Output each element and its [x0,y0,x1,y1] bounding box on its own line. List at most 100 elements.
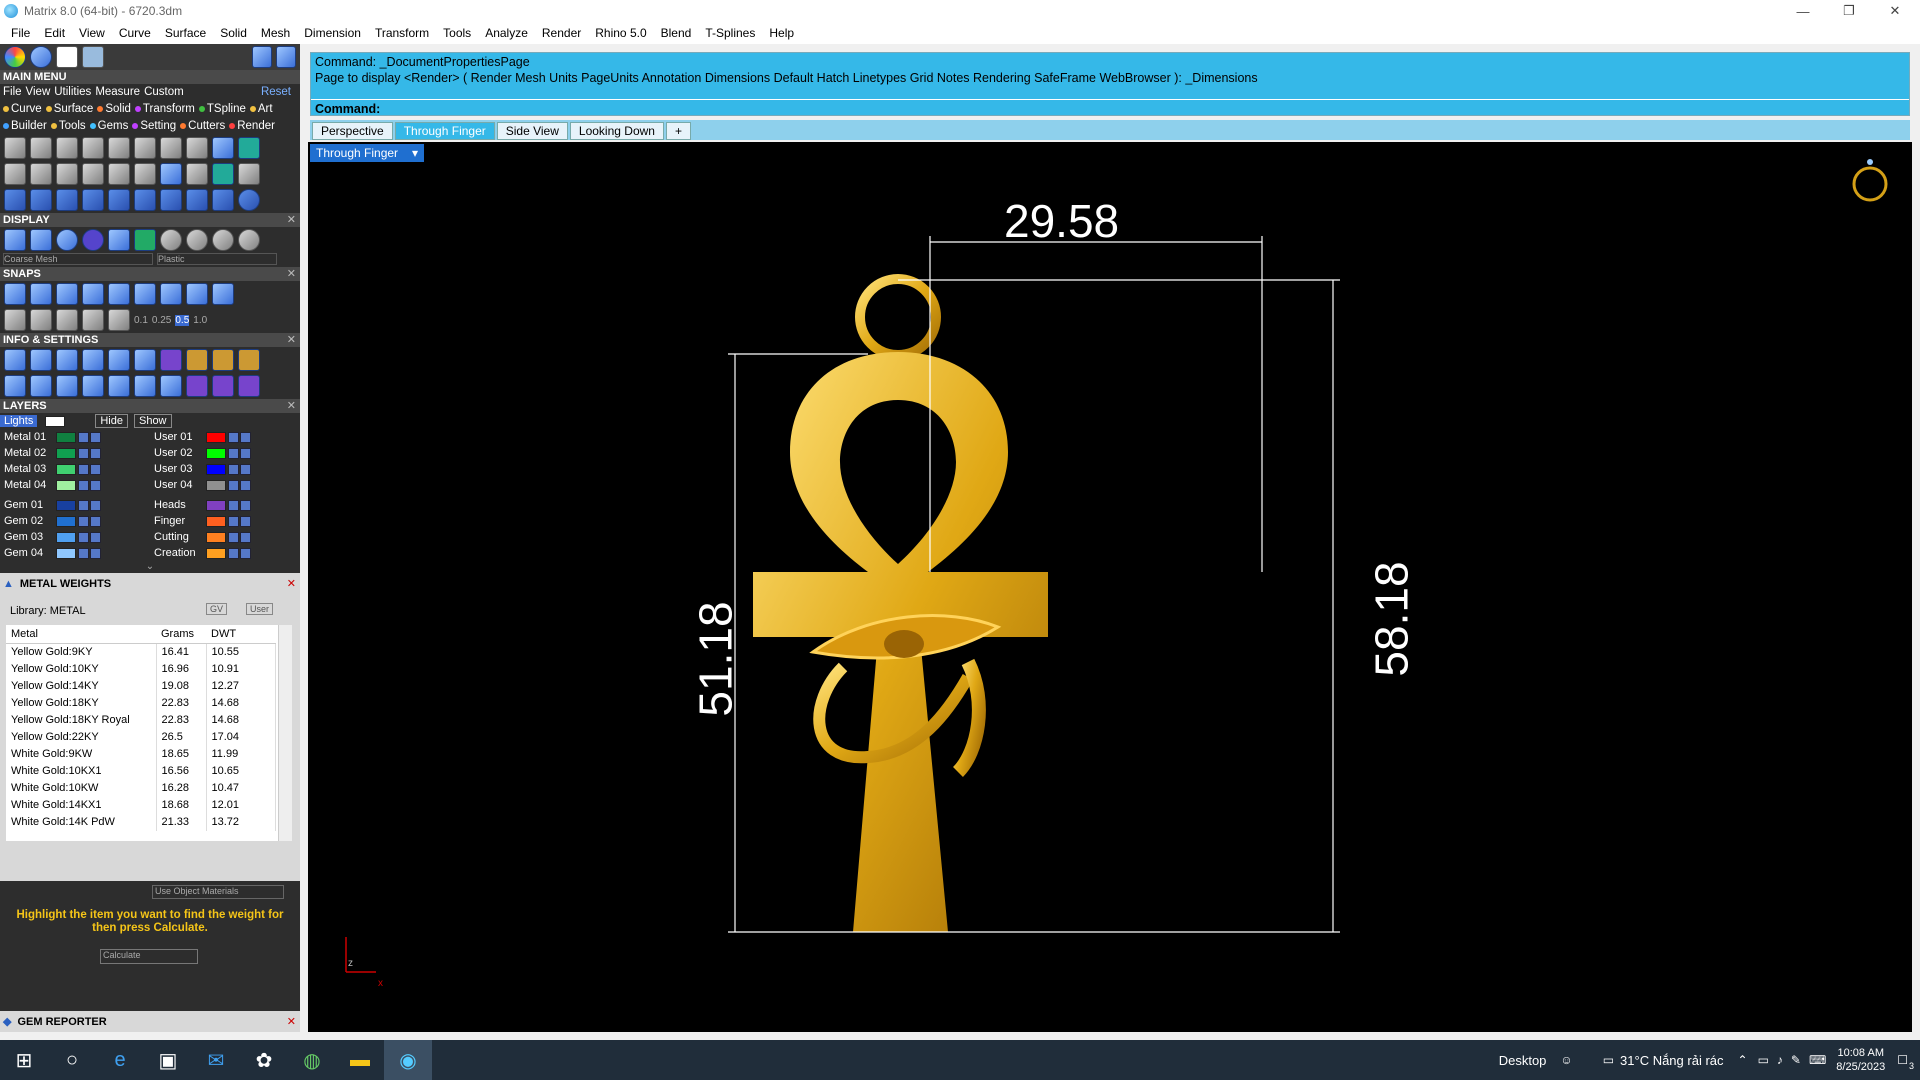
calculate-button[interactable]: Calculate [100,949,198,964]
tool-icon[interactable] [82,163,104,185]
menu-view[interactable]: View [72,26,112,40]
settings-icon[interactable] [4,349,26,371]
lock-icon[interactable] [78,547,89,559]
tool-icon[interactable] [56,189,78,211]
menu-blend[interactable]: Blend [654,26,699,40]
lock-icon[interactable] [228,499,239,511]
dimension-height-left[interactable]: 51.18 [689,601,743,716]
layer-row[interactable]: Metal 03 [0,461,150,477]
close-icon[interactable]: ✕ [287,267,296,281]
dimension-width[interactable]: 29.58 [1004,194,1119,248]
cat-gems[interactable]: Gems [89,119,128,134]
tool-icon[interactable] [56,163,78,185]
tool-icon[interactable] [238,137,260,159]
close-icon[interactable]: ✕ [287,213,296,227]
tool-icon[interactable] [160,189,182,211]
layer-row[interactable]: Gem 02 [0,513,150,529]
layer-swatch[interactable] [206,431,226,443]
folder-icon[interactable]: ▬ [336,1040,384,1080]
pencil-icon[interactable] [134,349,156,371]
volume-icon[interactable]: ♪ [1777,1053,1783,1067]
layer-row[interactable]: Heads [150,497,300,513]
visibility-icon[interactable] [90,515,101,527]
layer-row[interactable]: Metal 02 [0,445,150,461]
visibility-icon[interactable] [240,515,251,527]
info-icon[interactable] [108,349,130,371]
material-ball-icon[interactable] [186,229,208,251]
layer-swatch[interactable] [206,547,226,559]
tool-icon[interactable] [108,163,130,185]
menu-rhino[interactable]: Rhino 5.0 [588,26,653,40]
layer-swatch[interactable] [206,447,226,459]
info-icon[interactable] [82,349,104,371]
tool-icon[interactable] [56,137,78,159]
menu-help[interactable]: Help [762,26,801,40]
visibility-icon[interactable] [240,463,251,475]
chevron-up-icon[interactable]: ⌃ [1738,1053,1748,1067]
snap-icon[interactable] [134,283,156,305]
snap-icon[interactable] [160,283,182,305]
close-icon[interactable]: ✕ [287,1011,296,1032]
visibility-icon[interactable] [90,463,101,475]
snap-icon[interactable] [56,283,78,305]
tool-icon[interactable] [108,137,130,159]
tool-icon[interactable] [82,137,104,159]
visibility-icon[interactable] [90,431,101,443]
info-icon[interactable] [56,349,78,371]
layer-row[interactable]: Metal 01 [0,429,150,445]
info-icon[interactable] [186,375,208,397]
move-icon[interactable] [108,189,130,211]
visibility-icon[interactable] [240,479,251,491]
lock-icon[interactable] [228,463,239,475]
render-icon[interactable] [134,229,156,251]
edge-icon[interactable]: e [96,1040,144,1080]
network-icon[interactable]: ▭ [1758,1053,1769,1067]
tab-perspective[interactable]: Perspective [312,122,393,140]
start-icon[interactable]: ⊞ [0,1040,48,1080]
cat-art[interactable]: Art [249,102,273,117]
show-button[interactable]: Show [133,414,172,428]
snap-icon[interactable] [30,283,52,305]
info-icon[interactable] [238,375,260,397]
mail-icon[interactable]: ✉ [192,1040,240,1080]
info-icon[interactable] [238,349,260,371]
tool-icon[interactable] [30,163,52,185]
layer-swatch[interactable] [56,431,76,443]
col-grams[interactable]: Grams [156,625,206,644]
layer-swatch[interactable] [56,479,76,491]
layer-row[interactable]: Gem 04 [0,545,150,561]
menu-mesh[interactable]: Mesh [254,26,297,40]
user-toggle[interactable]: User [246,603,274,615]
table-scrollbar[interactable] [278,625,292,841]
info-icon[interactable] [212,375,234,397]
visibility-icon[interactable] [240,431,251,443]
material-ball-icon[interactable] [212,229,234,251]
main-item-custom[interactable]: Custom [144,85,184,100]
layer-row[interactable]: Gem 01 [0,497,150,513]
lock-icon[interactable] [78,531,89,543]
material-select[interactable]: Plastic [157,253,277,265]
hide-button[interactable]: Hide [95,414,128,428]
visibility-icon[interactable] [90,499,101,511]
visibility-icon[interactable] [240,447,251,459]
lights-layer[interactable]: Lights [0,415,38,427]
layer-row[interactable]: User 02 [150,445,300,461]
app-icon[interactable]: ✿ [240,1040,288,1080]
layer-row[interactable]: User 04 [150,477,300,493]
menu-surface[interactable]: Surface [158,26,213,40]
keyboard-icon[interactable]: ⌨ [1809,1053,1826,1067]
filter-icon[interactable] [108,375,130,397]
snap-icon[interactable] [82,309,104,331]
back-arrow-icon[interactable] [252,46,272,68]
cat-tspline[interactable]: TSpline [198,102,246,117]
tool-icon[interactable] [30,189,52,211]
cat-builder[interactable]: Builder [3,119,47,134]
visibility-icon[interactable] [90,447,101,459]
main-item-view[interactable]: View [26,85,51,100]
cat-cutters[interactable]: Cutters [180,119,225,134]
layer-swatch[interactable] [56,547,76,559]
tool-icon[interactable] [134,189,156,211]
layer-row[interactable]: Metal 04 [0,477,150,493]
material-ball-icon[interactable] [238,229,260,251]
main-item-measure[interactable]: Measure [95,85,140,100]
